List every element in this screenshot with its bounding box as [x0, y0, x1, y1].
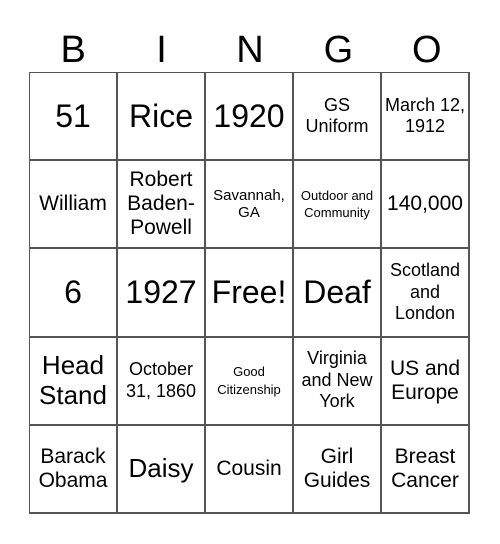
bingo-grid: 51 Rice 1920 GS Uniform March 12, 1912 W… — [29, 72, 470, 514]
bingo-cell[interactable]: Scotland and London — [382, 249, 470, 338]
header-letter-n: N — [236, 29, 264, 71]
bingo-cell[interactable]: 1927 — [118, 249, 206, 338]
header-letter-g: G — [323, 29, 354, 71]
bingo-cell[interactable]: Deaf — [294, 249, 382, 338]
bingo-cell[interactable]: William — [30, 161, 118, 250]
bingo-cell[interactable]: Savannah, GA — [206, 161, 294, 250]
bingo-cell[interactable]: 140,000 — [382, 161, 470, 250]
bingo-cell[interactable]: Girl Guides — [294, 425, 382, 514]
bingo-cell[interactable]: Virginia and New York — [294, 337, 382, 426]
bingo-cell[interactable]: Robert Baden-Powell — [118, 161, 206, 250]
header-letter-o: O — [411, 29, 442, 71]
bingo-cell[interactable]: 51 — [30, 73, 118, 162]
header-letter-i: I — [156, 29, 167, 71]
bingo-cell[interactable]: 6 — [30, 249, 118, 338]
bingo-cell[interactable]: Daisy — [118, 425, 206, 514]
free-space-cell[interactable]: Free! — [206, 249, 294, 338]
bingo-cell[interactable]: US and Europe — [382, 337, 470, 426]
bingo-cell[interactable]: Breast Cancer — [382, 425, 470, 514]
header-letter-b: B — [60, 29, 86, 71]
bingo-cell[interactable]: Barack Obama — [30, 425, 118, 514]
bingo-cell[interactable]: Good Citizenship — [206, 337, 294, 426]
bingo-cell[interactable]: March 12, 1912 — [382, 73, 470, 162]
bingo-cell[interactable]: October 31, 1860 — [118, 337, 206, 426]
bingo-cell[interactable]: Cousin — [206, 425, 294, 514]
bingo-cell[interactable]: Head Stand — [30, 337, 118, 426]
bingo-cell[interactable]: GS Uniform — [294, 73, 382, 162]
bingo-header: B I N G O — [29, 28, 471, 72]
bingo-cell[interactable]: Rice — [118, 73, 206, 162]
bingo-cell[interactable]: Outdoor and Community — [294, 161, 382, 250]
bingo-cell[interactable]: 1920 — [206, 73, 294, 162]
